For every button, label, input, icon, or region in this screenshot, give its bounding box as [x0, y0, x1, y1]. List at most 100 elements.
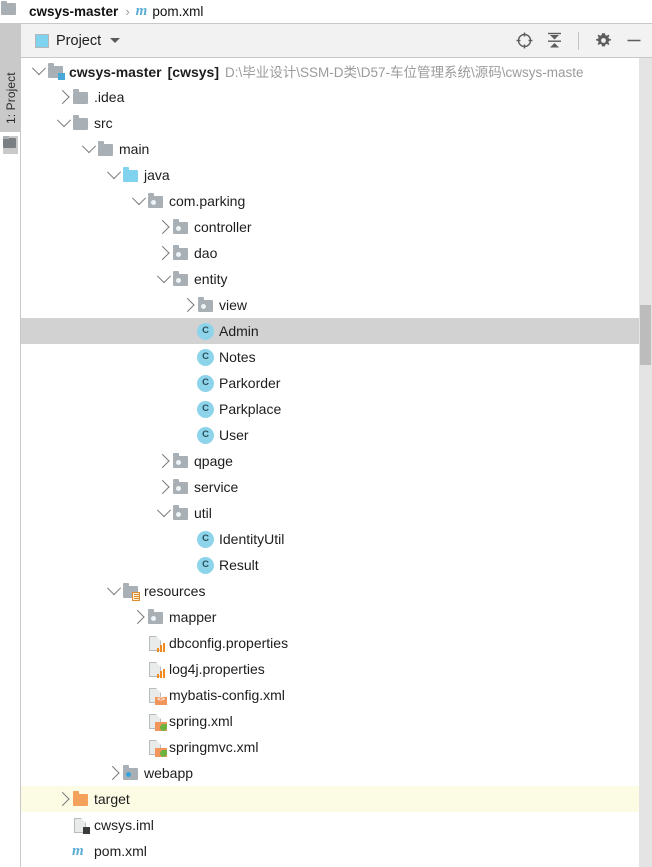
- tree-indent-spacer: [131, 656, 147, 682]
- tree-row-cwsys-iml[interactable]: cwsys.iml: [21, 812, 652, 838]
- tree-row-resources[interactable]: resources: [21, 578, 652, 604]
- tree-row-name: User: [219, 427, 249, 443]
- tree-row-label: webapp: [144, 765, 193, 781]
- tree-indent-spacer: [56, 838, 72, 864]
- tree-row-label: User: [219, 427, 249, 443]
- package-folder-icon: [172, 453, 189, 470]
- expand-arrow-icon[interactable]: [156, 474, 172, 500]
- tree-row-admin[interactable]: CAdmin: [21, 318, 652, 344]
- collapse-arrow-icon[interactable]: [131, 188, 147, 214]
- tree-row-name: mybatis-config.xml: [169, 687, 285, 703]
- tree-row-user[interactable]: CUser: [21, 422, 652, 448]
- chevron-down-icon[interactable]: [110, 38, 120, 43]
- tree-row-label: src: [94, 115, 113, 131]
- excluded-folder-icon: [72, 791, 89, 808]
- tree-row-label: Admin: [219, 323, 259, 339]
- breadcrumb: cwsys-master › m pom.xml: [0, 0, 652, 24]
- tree-row-label: dao: [194, 245, 217, 261]
- locate-in-tree-icon[interactable]: [516, 32, 533, 49]
- tree-row-src[interactable]: src: [21, 110, 652, 136]
- tree-row-controller[interactable]: controller: [21, 214, 652, 240]
- expand-arrow-icon[interactable]: [156, 240, 172, 266]
- tab-project[interactable]: Project: [21, 33, 120, 49]
- java-class-icon: C: [197, 349, 214, 366]
- tree-row-cwsys-master[interactable]: cwsys-master[cwsys]D:\毕业设计\SSM-D类\D57-车位…: [21, 58, 652, 84]
- tree-row-mapper[interactable]: mapper: [21, 604, 652, 630]
- expand-arrow-icon[interactable]: [56, 84, 72, 110]
- tree-indent-spacer: [131, 734, 147, 760]
- tree-row-pom-xml[interactable]: mpom.xml: [21, 838, 652, 864]
- tree-row-label: Parkplace: [219, 401, 281, 417]
- toolwindow-actions: [516, 32, 652, 50]
- tree-indent-spacer: [181, 526, 197, 552]
- toolbar-divider: [578, 32, 579, 50]
- tree-row-log4j-properties[interactable]: log4j.properties: [21, 656, 652, 682]
- expand-arrow-icon[interactable]: [156, 448, 172, 474]
- tree-row-view[interactable]: view: [21, 292, 652, 318]
- tree-row-label: resources: [144, 583, 205, 599]
- collapse-arrow-icon[interactable]: [31, 58, 47, 84]
- tree-row-result[interactable]: CResult: [21, 552, 652, 578]
- tree-row--idea[interactable]: .idea: [21, 84, 652, 110]
- expand-arrow-icon[interactable]: [56, 786, 72, 812]
- tree-indent-spacer: [131, 630, 147, 656]
- module-folder-icon: [8, 3, 24, 20]
- tree-row-webapp[interactable]: webapp: [21, 760, 652, 786]
- tree-row-dao[interactable]: dao: [21, 240, 652, 266]
- collapse-arrow-icon[interactable]: [56, 110, 72, 136]
- expand-arrow-icon[interactable]: [181, 292, 197, 318]
- expand-arrow-icon[interactable]: [106, 760, 122, 786]
- tree-row-mybatis-config-xml[interactable]: <>mybatis-config.xml: [21, 682, 652, 708]
- tree-row-label: service: [194, 479, 238, 495]
- breadcrumb-item-module[interactable]: cwsys-master: [8, 3, 118, 20]
- webapp-folder-icon: [122, 765, 139, 782]
- tree-row-label: main: [119, 141, 149, 157]
- collapse-all-icon[interactable]: [547, 32, 562, 49]
- tree-row-spring-xml[interactable]: spring.xml: [21, 708, 652, 734]
- expand-arrow-icon[interactable]: [131, 604, 147, 630]
- folder-icon[interactable]: [3, 136, 18, 154]
- tree-row-parkorder[interactable]: CParkorder: [21, 370, 652, 396]
- tree-row-name: dbconfig.properties: [169, 635, 288, 651]
- vertical-scrollbar[interactable]: [639, 58, 652, 867]
- tree-row-entity[interactable]: entity: [21, 266, 652, 292]
- tree-row-name: dao: [194, 245, 217, 261]
- expand-arrow-icon[interactable]: [156, 214, 172, 240]
- properties-file-icon: [147, 635, 164, 652]
- tree-indent-spacer: [181, 344, 197, 370]
- tree-indent-spacer: [131, 682, 147, 708]
- tree-row-label: com.parking: [169, 193, 245, 209]
- tree-row-springmvc-xml[interactable]: springmvc.xml: [21, 734, 652, 760]
- tree-row-parkplace[interactable]: CParkplace: [21, 396, 652, 422]
- java-class-icon: C: [197, 375, 214, 392]
- tree-row-main[interactable]: main: [21, 136, 652, 162]
- collapse-arrow-icon[interactable]: [156, 266, 172, 292]
- collapse-arrow-icon[interactable]: [106, 162, 122, 188]
- module-name-suffix: [cwsys]: [168, 64, 219, 80]
- tree-row-notes[interactable]: CNotes: [21, 344, 652, 370]
- breadcrumb-separator: ›: [125, 4, 129, 19]
- breadcrumb-item-file[interactable]: m pom.xml: [136, 4, 204, 19]
- tree-row-name: cwsys.iml: [94, 817, 154, 833]
- scrollbar-thumb[interactable]: [640, 305, 651, 365]
- sidebar-item-project[interactable]: 1: Project: [0, 24, 21, 132]
- tree-row-com-parking[interactable]: com.parking: [21, 188, 652, 214]
- tree-row-java[interactable]: java: [21, 162, 652, 188]
- project-tree[interactable]: cwsys-master[cwsys]D:\毕业设计\SSM-D类\D57-车位…: [21, 58, 652, 867]
- tree-row-dbconfig-properties[interactable]: dbconfig.properties: [21, 630, 652, 656]
- tree-row-name: Result: [219, 557, 259, 573]
- collapse-arrow-icon[interactable]: [81, 136, 97, 162]
- gear-icon[interactable]: [595, 32, 612, 49]
- java-class-icon: C: [197, 531, 214, 548]
- collapse-arrow-icon[interactable]: [156, 500, 172, 526]
- minimize-icon[interactable]: [626, 32, 642, 49]
- tree-indent-spacer: [181, 422, 197, 448]
- tree-row-service[interactable]: service: [21, 474, 652, 500]
- collapse-arrow-icon[interactable]: [106, 578, 122, 604]
- tree-row-label: mapper: [169, 609, 216, 625]
- tree-row-util[interactable]: util: [21, 500, 652, 526]
- tree-row-identityutil[interactable]: CIdentityUtil: [21, 526, 652, 552]
- tree-row-target[interactable]: target: [21, 786, 652, 812]
- tree-row-name: service: [194, 479, 238, 495]
- tree-row-qpage[interactable]: qpage: [21, 448, 652, 474]
